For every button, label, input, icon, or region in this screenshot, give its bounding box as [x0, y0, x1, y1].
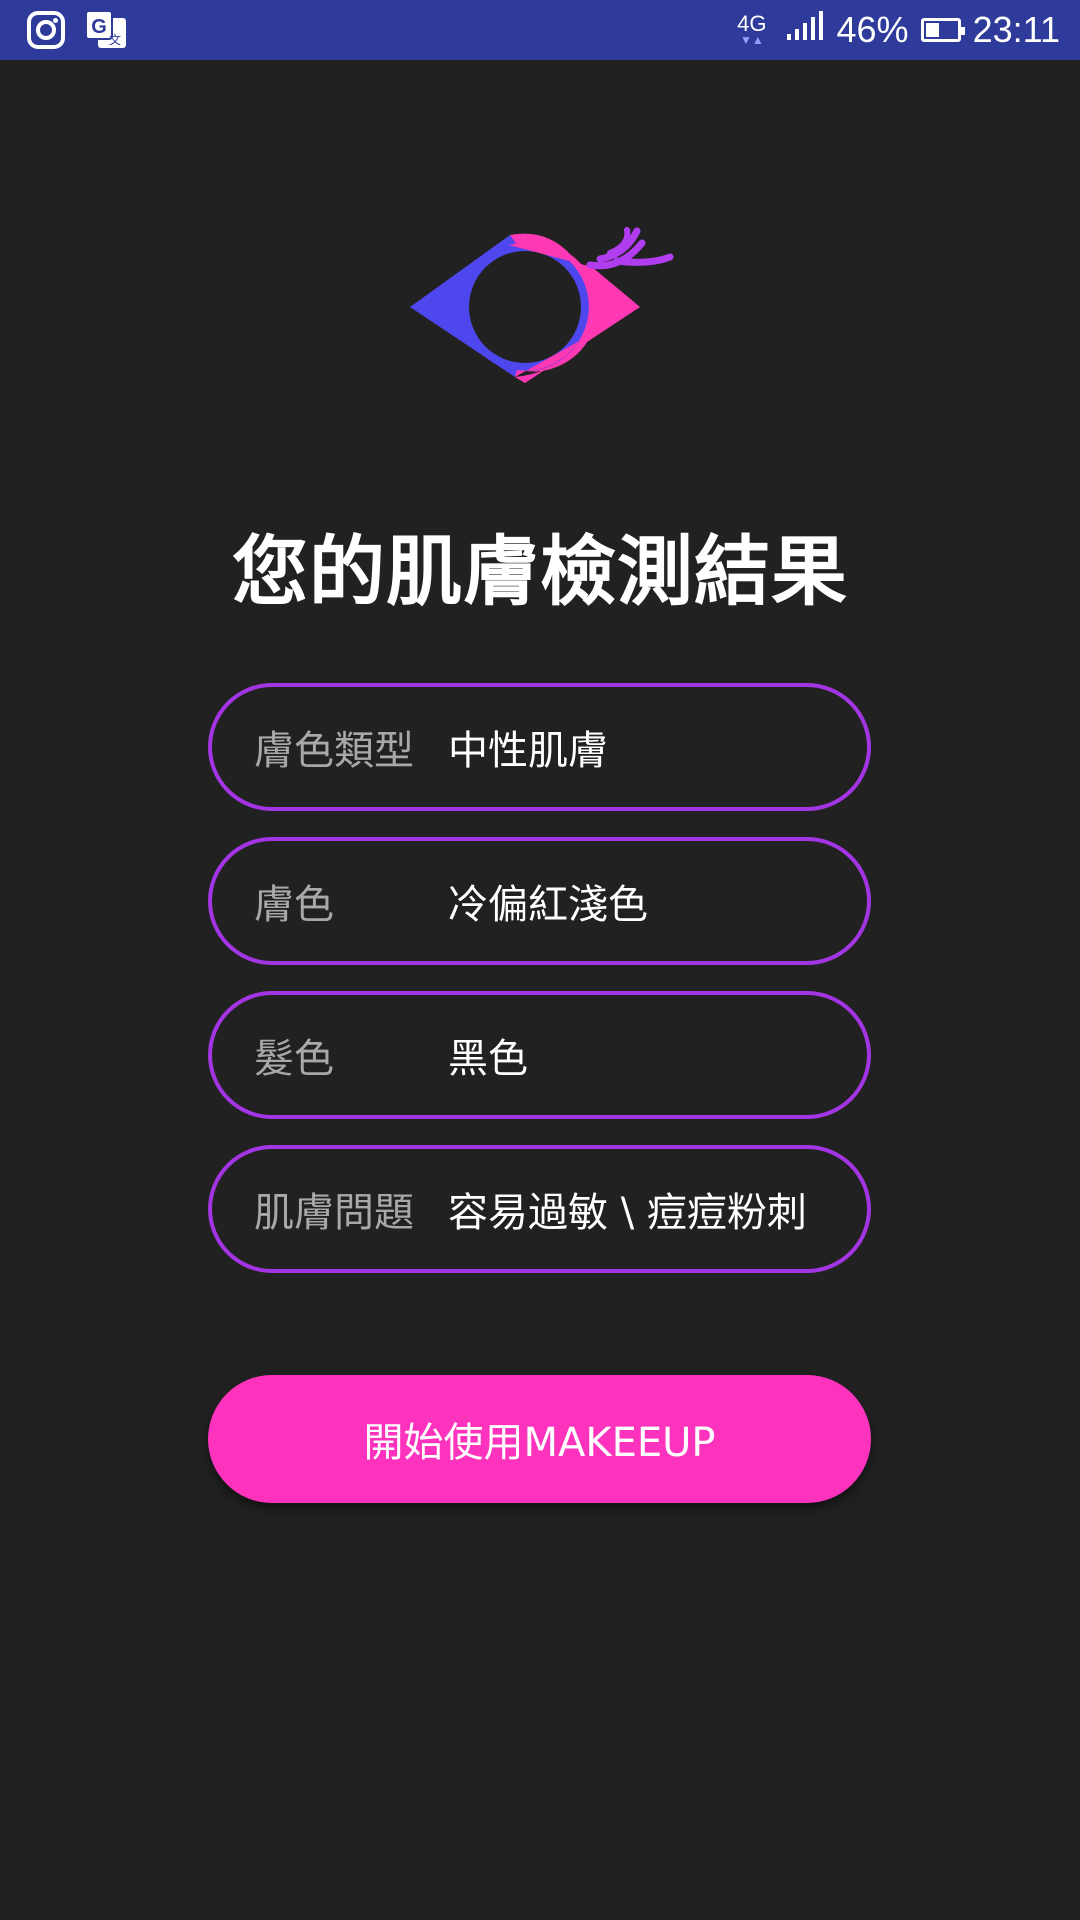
result-label: 膚色類型	[254, 728, 414, 774]
battery-percent: 46%	[836, 9, 909, 50]
status-bar: G 文 4G ▼▲ 46% 23:11	[0, 0, 1080, 60]
result-hair-color: 髮色 黑色	[208, 991, 871, 1119]
clock: 23:11	[972, 9, 1060, 50]
svg-text:文: 文	[109, 32, 121, 47]
data-activity-icon: ▼▲	[739, 33, 764, 47]
result-skin-type: 膚色類型 中性肌膚	[208, 683, 871, 811]
result-skin-tone: 膚色 冷偏紅淺色	[208, 837, 871, 965]
network-indicator: 4G ▼▲	[737, 11, 767, 47]
instagram-icon	[26, 8, 66, 56]
page-title: 您的肌膚檢測結果	[232, 527, 848, 616]
result-label: 膚色	[254, 882, 334, 928]
battery-fill	[925, 23, 940, 37]
signal-icon	[785, 9, 825, 51]
result-value: 中性肌膚	[448, 728, 608, 774]
battery-icon	[920, 18, 965, 42]
result-label: 肌膚問題	[254, 1190, 414, 1236]
start-makeeup-button[interactable]: 開始使用MAKEEUP	[208, 1375, 871, 1503]
result-value: 容易過敏 \ 痘痘粉刺	[448, 1190, 807, 1236]
google-translate-icon: G 文	[84, 8, 128, 56]
result-value: 冷偏紅淺色	[448, 882, 648, 928]
svg-text:G: G	[91, 16, 107, 38]
eye-logo-icon	[405, 225, 675, 390]
result-value: 黑色	[448, 1036, 528, 1082]
network-type-label: 4G	[737, 11, 767, 36]
result-skin-issues: 肌膚問題 容易過敏 \ 痘痘粉刺	[208, 1145, 871, 1273]
result-label: 髮色	[254, 1036, 334, 1082]
